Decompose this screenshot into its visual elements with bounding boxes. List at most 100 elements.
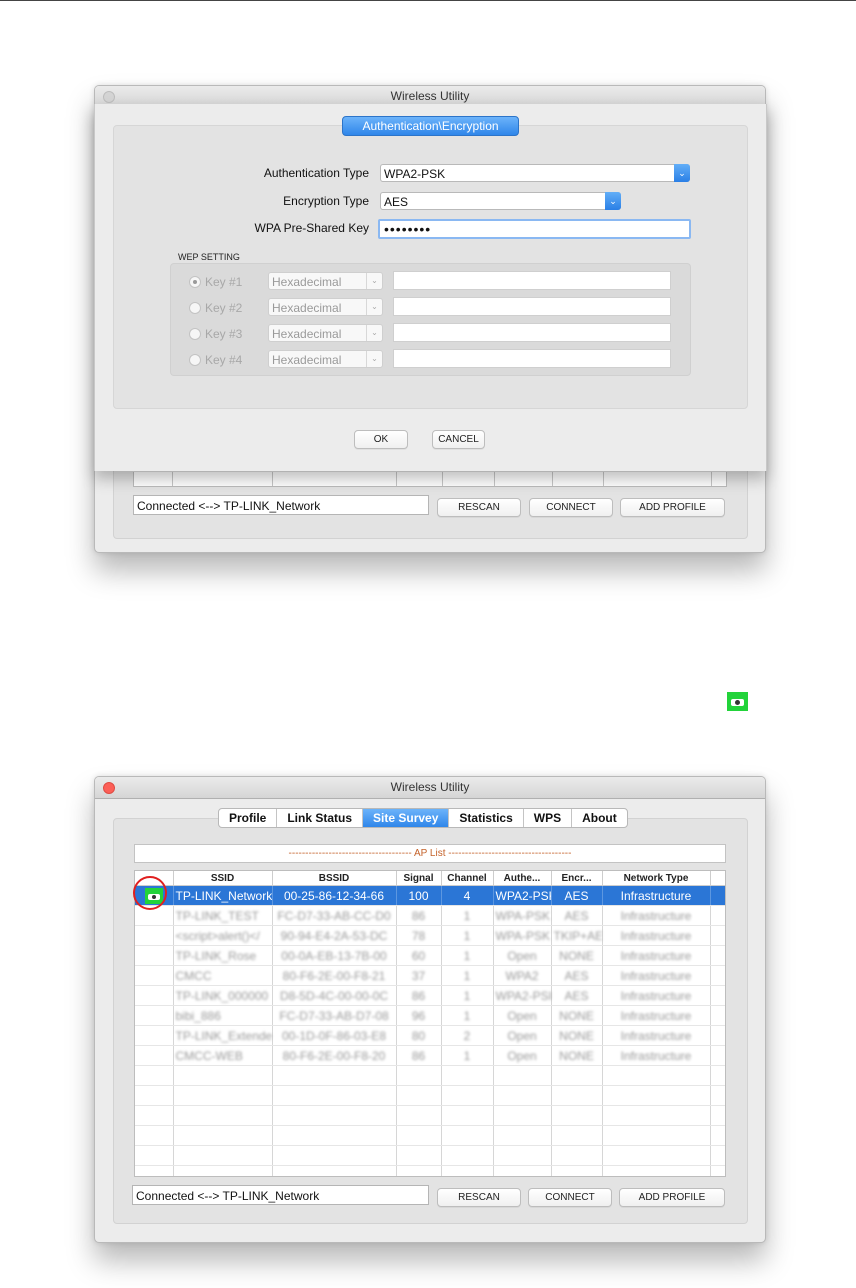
chevron-down-icon: ⌄ <box>366 325 382 341</box>
add-profile-button[interactable]: ADD PROFILE <box>619 1188 725 1207</box>
key3-format-select[interactable]: Hexadecimal ⌄ <box>268 324 383 342</box>
table-row[interactable]: TP-LINK_Network 00-25-86-12-34-66 100 4 WPA2… <box>135 885 725 906</box>
wireless-utility-window-bottom: Wireless Utility Profile Link Status Sit… <box>94 776 766 1243</box>
column-header-authentication[interactable]: Authe... <box>493 871 552 886</box>
auth-type-label: Authentication Type <box>263 166 369 180</box>
spacer-cell <box>710 965 725 986</box>
cell-encryption: NONE <box>551 1045 603 1066</box>
connect-button[interactable]: CONNECT <box>528 1188 612 1207</box>
cell-channel: 1 <box>441 1045 494 1066</box>
column-header-channel[interactable]: Channel <box>441 871 494 886</box>
cell-ssid: TP-LINK_Rose <box>173 945 273 966</box>
cell-authentication: WPA2 <box>493 965 552 986</box>
spacer-cell <box>710 1005 725 1026</box>
key1-format-select[interactable]: Hexadecimal ⌄ <box>268 272 383 290</box>
empty-cell <box>710 1065 725 1086</box>
column-header-encryption[interactable]: Encr... <box>551 871 603 886</box>
table-row[interactable]: CMCC-WEB 80-F6-2E-00-F8-20 86 1 Open NONE Infr… <box>135 1045 725 1066</box>
cell-signal: 60 <box>396 945 442 966</box>
page-top-rule <box>0 0 856 1</box>
encryption-type-value: AES <box>384 195 409 209</box>
table-row[interactable]: CMCC 80-F6-2E-00-F8-21 37 1 WPA2 AES Infrastru… <box>135 965 725 986</box>
encryption-type-label: Encryption Type <box>283 194 369 208</box>
column-header-signal[interactable]: Signal <box>396 871 442 886</box>
key2-format-select[interactable]: Hexadecimal ⌄ <box>268 298 383 316</box>
table-row[interactable]: TP-LINK_000000 D8-5D-4C-00-00-0C 86 1 WPA2-P… <box>135 985 725 1006</box>
auth-type-select[interactable]: WPA2-PSK ⌄ <box>380 164 690 182</box>
tab-wps[interactable]: WPS <box>524 809 573 827</box>
empty-cell <box>551 1145 603 1166</box>
cell-signal: 86 <box>396 905 442 926</box>
connection-status-field: Connected <--> TP-LINK_Network <box>133 495 429 515</box>
cell-authentication: WPA-PSK <box>493 925 552 946</box>
table-row[interactable]: bibi_886 FC-D7-33-AB-D7-08 96 1 Open NONE Infr… <box>135 1005 725 1026</box>
cell-authentication: WPA2-PSK <box>493 985 552 1006</box>
table-row[interactable]: TP-LINK_TEST FC-D7-33-AB-CC-D0 86 1 WPA-PSK A… <box>135 905 725 926</box>
key1-radio[interactable] <box>189 276 201 288</box>
column-header-bssid[interactable]: BSSID <box>272 871 397 886</box>
key1-label: Key #1 <box>205 275 243 289</box>
cell-channel: 1 <box>441 925 494 946</box>
add-profile-button[interactable]: ADD PROFILE <box>620 498 725 517</box>
cell-signal: 96 <box>396 1005 442 1026</box>
cell-signal: 86 <box>396 985 442 1006</box>
empty-cell <box>602 1145 711 1166</box>
empty-row <box>135 1085 725 1106</box>
tab-profile[interactable]: Profile <box>219 809 278 827</box>
cancel-button[interactable]: CANCEL <box>432 430 485 449</box>
cell-bssid: D8-5D-4C-00-00-0C <box>272 985 397 1006</box>
cell-encryption: TKIP+AES <box>551 925 603 946</box>
tab-about[interactable]: About <box>572 809 627 827</box>
cell-network-type: Infrastructure <box>602 965 711 986</box>
key4-format-select[interactable]: Hexadecimal ⌄ <box>268 350 383 368</box>
empty-cell <box>173 1145 273 1166</box>
table-row[interactable]: <script>alert()</90-94-E4-2A-53-DC 78 1 WPA… <box>135 925 725 946</box>
empty-cell <box>602 1065 711 1086</box>
connect-button[interactable]: CONNECT <box>529 498 613 517</box>
encryption-type-select[interactable]: AES ⌄ <box>380 192 621 210</box>
window-title: Wireless Utility <box>390 89 470 103</box>
empty-cell <box>135 1085 174 1106</box>
psk-input[interactable]: •••••••• <box>378 219 691 239</box>
column-header-ssid[interactable]: SSID <box>173 871 273 886</box>
tab-authentication-encryption[interactable]: Authentication\Encryption <box>342 116 519 136</box>
connection-status-cell <box>135 965 174 986</box>
cell-ssid: TP-LINK_000000 <box>173 985 273 1006</box>
cell-channel: 1 <box>441 985 494 1006</box>
rescan-button[interactable]: RESCAN <box>437 1188 521 1207</box>
cell-network-type: Infrastructure <box>602 1005 711 1026</box>
empty-cell <box>602 1125 711 1146</box>
cell-ssid: TP-LINK_Network <box>173 885 273 906</box>
key2-input[interactable] <box>393 297 671 316</box>
empty-cell <box>710 1105 725 1126</box>
empty-cell <box>493 1145 552 1166</box>
table-row[interactable]: TP-LINK_Rose 00-0A-EB-13-7B-00 60 1 Open NONE… <box>135 945 725 966</box>
auth-type-value: WPA2-PSK <box>384 167 446 181</box>
highlight-circle-annotation <box>133 876 167 910</box>
key3-radio[interactable] <box>189 328 201 340</box>
table-row[interactable]: TP-LINK_Extender 00-1D-0F-86-03-E8 80 2 Open… <box>135 1025 725 1046</box>
tab-site-survey[interactable]: Site Survey <box>363 809 450 827</box>
tab-link-status[interactable]: Link Status <box>277 809 364 827</box>
cell-channel: 1 <box>441 965 494 986</box>
ap-list-header: ------------------------------------- AP… <box>134 844 726 863</box>
column-header-network-type[interactable]: Network Type <box>602 871 711 886</box>
empty-cell <box>173 1085 273 1106</box>
key3-input[interactable] <box>393 323 671 342</box>
empty-cell <box>396 1065 442 1086</box>
key1-format-value: Hexadecimal <box>272 275 342 289</box>
cell-channel: 2 <box>441 1025 494 1046</box>
ok-button[interactable]: OK <box>354 430 408 449</box>
cell-channel: 4 <box>441 885 494 906</box>
empty-cell <box>710 1085 725 1106</box>
ap-list-table[interactable]: SSID BSSID Signal Channel Authe... Encr.… <box>134 870 726 1177</box>
key1-input[interactable] <box>393 271 671 290</box>
rescan-button[interactable]: RESCAN <box>437 498 521 517</box>
spacer-cell <box>710 1045 725 1066</box>
key2-radio[interactable] <box>189 302 201 314</box>
key4-radio[interactable] <box>189 354 201 366</box>
key4-input[interactable] <box>393 349 671 368</box>
tab-statistics[interactable]: Statistics <box>449 809 524 827</box>
empty-row <box>135 1145 725 1166</box>
empty-cell <box>396 1145 442 1166</box>
